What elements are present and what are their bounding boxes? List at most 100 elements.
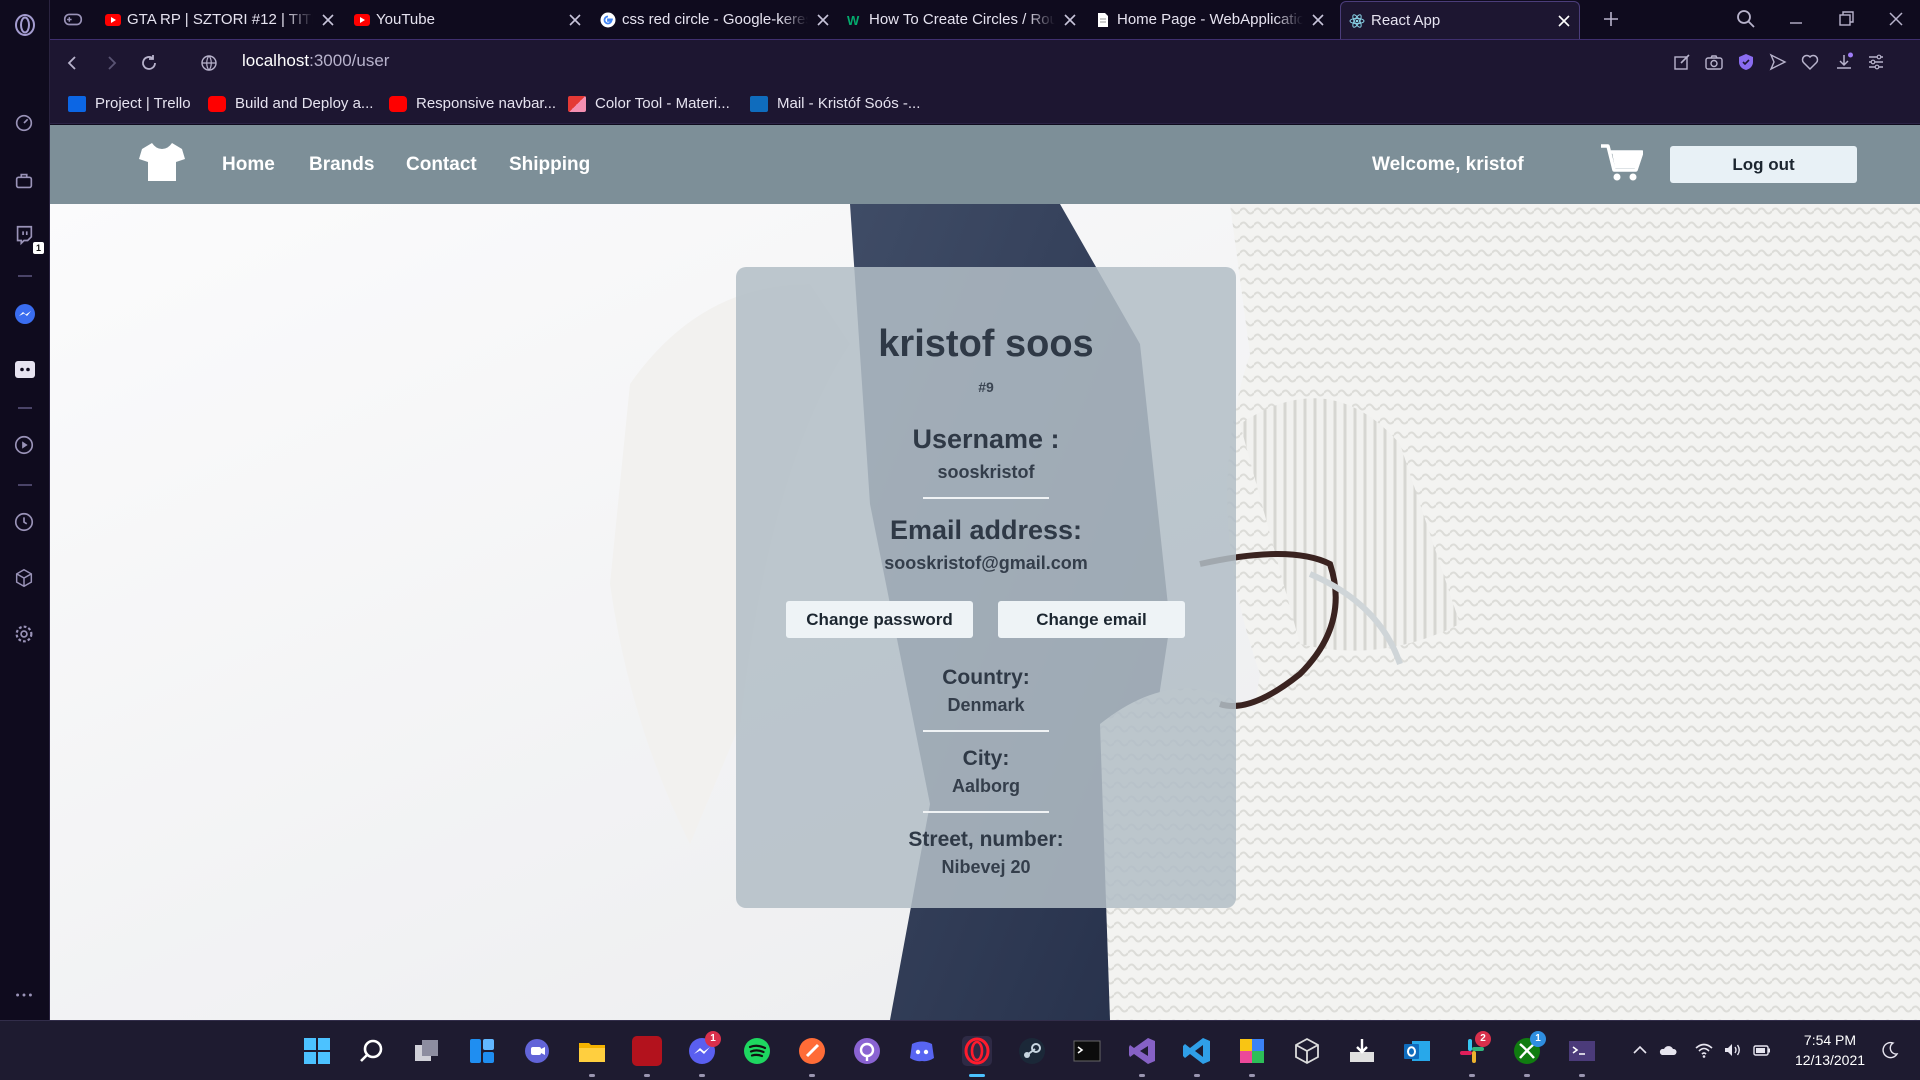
tshirt-logo-icon[interactable]: [138, 140, 186, 184]
bookmark-trello[interactable]: Project | Trello: [68, 95, 191, 112]
edit-icon[interactable]: [1672, 52, 1692, 72]
tab-title: GTA RP | SZTORI #12 | TITKOS: [127, 11, 313, 28]
volume-icon[interactable]: [1722, 1040, 1742, 1060]
tab-gta-rp[interactable]: GTA RP | SZTORI #12 | TITKOS: [105, 4, 335, 35]
windows-taskbar: 1 2 1 7:54 PM 12/13/2021: [0, 1020, 1920, 1080]
nav-link-shipping[interactable]: Shipping: [509, 154, 590, 176]
easy-setup-icon[interactable]: [1866, 52, 1886, 72]
site-info-icon[interactable]: [200, 54, 218, 72]
tab-title: Home Page - WebApplication: [1117, 11, 1303, 28]
change-email-button[interactable]: Change email: [998, 601, 1185, 638]
extensions-icon[interactable]: [13, 567, 37, 591]
spotify-icon[interactable]: [742, 1036, 772, 1066]
minimize-icon[interactable]: [1785, 8, 1807, 30]
new-tab-icon[interactable]: [1600, 8, 1622, 30]
bookmark-color-tool[interactable]: Color Tool - Materi...: [568, 95, 730, 112]
vs-terminal-icon[interactable]: [1567, 1036, 1597, 1066]
installer-icon[interactable]: [1347, 1036, 1377, 1066]
vpn-shield-icon[interactable]: [1736, 52, 1756, 72]
react-icon: [1349, 13, 1365, 29]
tab-title: How To Create Circles / Round: [869, 11, 1055, 28]
vscode-icon[interactable]: [1182, 1036, 1212, 1066]
game-app-icon[interactable]: [632, 1036, 662, 1066]
close-tab-icon[interactable]: [1557, 14, 1571, 28]
focus-moon-icon[interactable]: [1880, 1040, 1900, 1060]
change-password-button[interactable]: Change password: [786, 601, 973, 638]
visual-studio-icon[interactable]: [1127, 1036, 1157, 1066]
game-controller-icon[interactable]: [62, 8, 86, 32]
teams-chat-icon[interactable]: [522, 1036, 552, 1066]
tab-react-app[interactable]: React App: [1340, 1, 1580, 39]
terminal-icon[interactable]: [1072, 1036, 1102, 1066]
tab-google-search[interactable]: css red circle - Google-keres: [600, 4, 830, 35]
close-tab-icon[interactable]: [816, 13, 830, 27]
search-tabs-icon[interactable]: [1735, 8, 1757, 30]
bookmark-label: Project | Trello: [95, 95, 191, 112]
widgets-icon[interactable]: [467, 1036, 497, 1066]
bookmark-mail[interactable]: Mail - Kristóf Soós -...: [750, 95, 920, 112]
url-field[interactable]: localhost:3000/user: [242, 51, 389, 71]
task-view-icon[interactable]: [412, 1036, 442, 1066]
download-icon[interactable]: [1834, 52, 1854, 72]
close-window-icon[interactable]: [1885, 8, 1907, 30]
running-indicator: [1139, 1074, 1145, 1077]
tab-youtube[interactable]: YouTube: [354, 4, 582, 35]
discord-icon[interactable]: [907, 1036, 937, 1066]
more-icon[interactable]: [13, 984, 37, 1008]
restore-icon[interactable]: [1835, 8, 1857, 30]
nav-link-contact[interactable]: Contact: [406, 154, 477, 176]
speed-dial-icon[interactable]: [13, 112, 37, 136]
tab-title: css red circle - Google-keres: [622, 11, 808, 28]
postman-icon[interactable]: [797, 1036, 827, 1066]
snapshot-icon[interactable]: [1704, 52, 1724, 72]
close-tab-icon[interactable]: [568, 13, 582, 27]
shopping-cart-icon[interactable]: [1601, 143, 1643, 183]
opera-logo-icon[interactable]: [13, 13, 37, 37]
running-indicator: [1469, 1074, 1475, 1077]
country-value: Denmark: [947, 695, 1025, 715]
chevron-up-icon[interactable]: [1630, 1040, 1650, 1060]
youtube-icon: [389, 95, 407, 112]
outlook-icon[interactable]: [1402, 1036, 1432, 1066]
back-icon[interactable]: [62, 52, 84, 74]
github-desktop-icon[interactable]: [852, 1036, 882, 1066]
tab-create-circles[interactable]: W How To Create Circles / Round: [847, 4, 1077, 35]
nav-link-brands[interactable]: Brands: [309, 154, 374, 176]
bookmark-build-deploy[interactable]: Build and Deploy a...: [208, 95, 373, 112]
search-icon[interactable]: [357, 1036, 387, 1066]
close-tab-icon[interactable]: [321, 13, 335, 27]
discord-icon[interactable]: [13, 358, 37, 382]
youtube-icon: [354, 12, 370, 28]
close-tab-icon[interactable]: [1063, 13, 1077, 27]
close-tab-icon[interactable]: [1311, 13, 1325, 27]
running-indicator: [1194, 1074, 1200, 1077]
onedrive-icon[interactable]: [1658, 1040, 1678, 1060]
forward-icon[interactable]: [100, 52, 122, 74]
wifi-icon[interactable]: [1694, 1040, 1714, 1060]
start-icon[interactable]: [302, 1036, 332, 1066]
send-icon[interactable]: [1768, 52, 1788, 72]
taskbar-clock[interactable]: 7:54 PM 12/13/2021: [1790, 1030, 1870, 1070]
steam-icon[interactable]: [1017, 1036, 1047, 1066]
xbox-badge: 1: [1530, 1031, 1546, 1047]
heart-icon[interactable]: [1800, 52, 1820, 72]
opera-browser-icon[interactable]: [962, 1036, 992, 1066]
sticky-app-icon[interactable]: [1237, 1036, 1267, 1066]
url-path: :3000/user: [309, 51, 390, 70]
battery-icon[interactable]: [1752, 1040, 1772, 1060]
player-icon[interactable]: [13, 434, 37, 458]
messenger-icon[interactable]: [13, 302, 37, 326]
city-label: City:: [962, 747, 1010, 770]
settings-icon[interactable]: [13, 623, 37, 647]
email-label: Email address:: [889, 515, 1083, 545]
running-indicator: [809, 1074, 815, 1077]
cube-app-icon[interactable]: [1292, 1036, 1322, 1066]
bookmark-responsive-navbar[interactable]: Responsive navbar...: [389, 95, 556, 112]
nav-link-home[interactable]: Home: [222, 154, 275, 176]
tab-home-page[interactable]: Home Page - WebApplication: [1095, 4, 1325, 35]
reload-icon[interactable]: [138, 52, 160, 74]
history-icon[interactable]: [13, 511, 37, 535]
workspaces-icon[interactable]: [13, 170, 37, 194]
file-explorer-icon[interactable]: [577, 1036, 607, 1066]
logout-button[interactable]: Log out: [1670, 146, 1857, 183]
